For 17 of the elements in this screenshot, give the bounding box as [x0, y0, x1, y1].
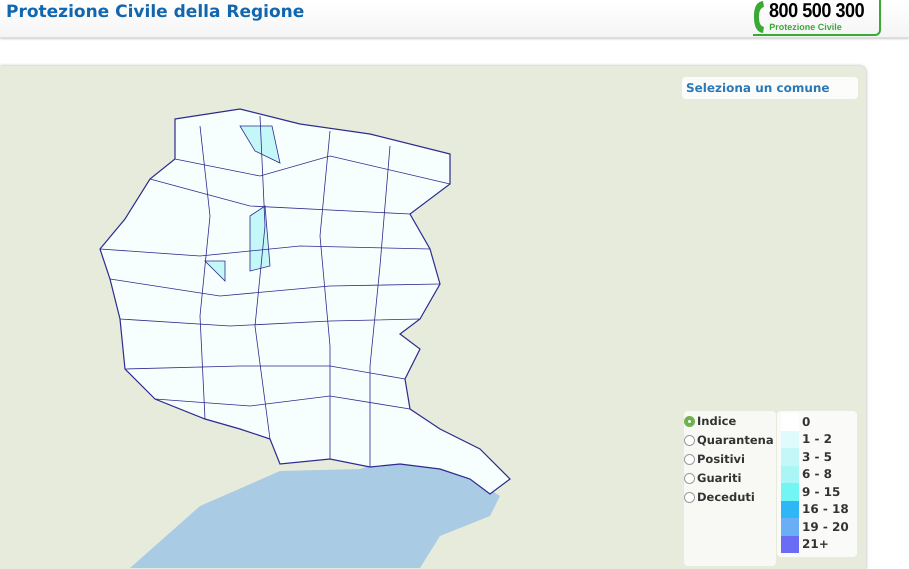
metric-radio[interactable]: Guariti: [684, 469, 776, 487]
municipality-select[interactable]: Seleziona un comune: [682, 77, 858, 99]
metric-radio[interactable]: Quarantena: [684, 431, 776, 449]
legend-label: 1 - 2: [802, 432, 832, 446]
metric-radio[interactable]: Deceduti: [684, 488, 776, 506]
site-title: Protezione Civile della Regione: [6, 2, 304, 22]
legend-label: 0: [802, 414, 810, 429]
hotline-number: 800 500 300: [769, 0, 864, 22]
legend-label: 21+: [802, 537, 829, 552]
legend-label: 16 - 18: [802, 502, 849, 516]
legend-label: 6 - 8: [802, 467, 832, 482]
metric-radio[interactable]: Indice: [684, 412, 776, 430]
legend-label: 19 - 20: [802, 520, 849, 534]
metric-radio[interactable]: Positivi: [684, 450, 776, 468]
hotline-caption: Protezione Civile: [769, 22, 842, 33]
legend-label: 9 - 15: [802, 484, 840, 499]
legend-label: 3 - 5: [802, 450, 832, 464]
